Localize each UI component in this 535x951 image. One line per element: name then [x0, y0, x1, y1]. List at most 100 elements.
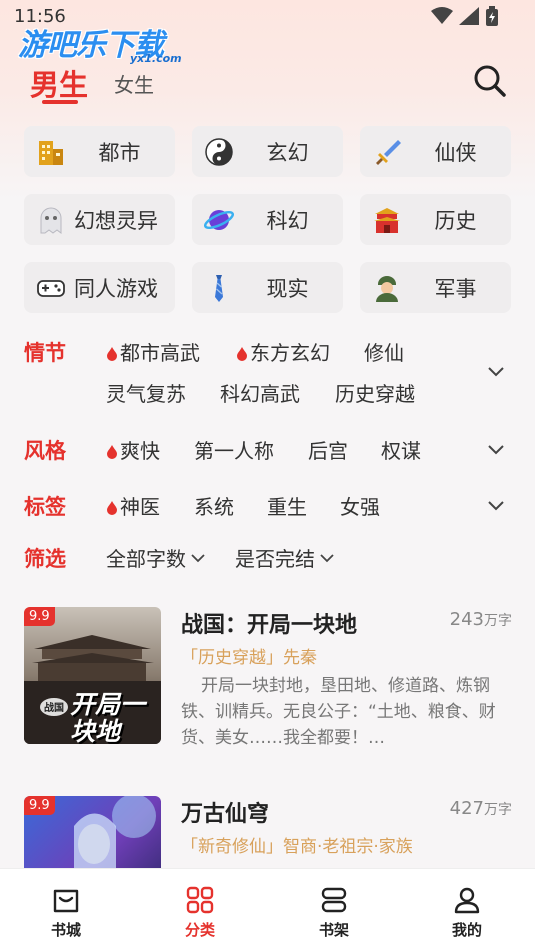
filter-row-style: 风格 爽快 第一人称 后宫 权谋 — [24, 435, 514, 465]
hot-fire-icon — [107, 347, 117, 361]
chevron-down-icon[interactable] — [486, 495, 506, 515]
filter-title: 情节 — [24, 341, 66, 365]
chevron-down-icon[interactable] — [486, 439, 506, 459]
watermark-logo: 游吧乐下载 yx1.com — [18, 20, 188, 68]
book-subtags: 智商·老祖宗·家族 — [283, 837, 413, 857]
filter-option-label: 系统 — [194, 495, 234, 519]
filter-option[interactable]: 科幻高武 — [220, 378, 300, 407]
genre-card-xuanhuan[interactable]: 玄幻 — [192, 126, 343, 177]
book-title[interactable]: 战国：开局一块地 — [181, 607, 357, 639]
nav-label: 书架 — [318, 921, 349, 939]
filter-option-label: 爽快 — [120, 439, 160, 463]
word-count-unit: 万字 — [484, 802, 512, 818]
filter-option[interactable]: 后宫 — [308, 435, 348, 464]
filter-option[interactable]: 灵气复苏 — [106, 378, 186, 407]
book-category-tag[interactable]: 「历史穿越」 — [181, 648, 283, 668]
book-word-count: 427万字 — [450, 798, 512, 819]
genre-label: 历史 — [434, 208, 477, 233]
word-count-number: 243 — [449, 609, 484, 630]
genre-card-tongren[interactable]: 同人游戏 — [24, 262, 175, 313]
gamepad-icon — [37, 280, 65, 297]
book-tags: 「新奇修仙」智商·老祖宗·家族 — [181, 832, 413, 857]
filter-option-label: 科幻高武 — [220, 382, 300, 406]
filter-option[interactable]: 重生 — [267, 491, 307, 520]
book-subtags: 先秦 — [283, 648, 317, 668]
bookshelf-icon — [321, 887, 347, 913]
genre-card-junshi[interactable]: 军事 — [360, 262, 511, 313]
book-cover-title: 开局一块地 — [70, 690, 146, 744]
word-count-number: 427 — [449, 798, 484, 819]
status-icons — [431, 6, 499, 26]
filter-option[interactable]: 第一人称 — [194, 435, 274, 464]
genre-label: 都市 — [98, 140, 141, 165]
book-score-badge: 9.9 — [24, 607, 55, 626]
book-item[interactable]: 战国 9.9 开局一块地 战国：开局一块地 243万字 「历史穿越」先秦 开局一… — [24, 607, 514, 757]
svg-text:战国: 战国 — [44, 701, 64, 714]
book-word-count: 243万字 — [450, 609, 512, 630]
filter-option-label: 修仙 — [364, 341, 404, 365]
filter-option[interactable]: 神医 — [106, 491, 160, 520]
search-button[interactable] — [473, 64, 507, 98]
search-icon — [474, 65, 506, 97]
bottom-nav: 书城 分类 书架 我的 — [0, 868, 535, 951]
category-grid-icon — [186, 886, 214, 914]
word-count-dropdown[interactable]: 全部字数 — [106, 543, 206, 572]
nav-profile[interactable]: 我的 — [432, 885, 502, 940]
chevron-down-icon — [191, 554, 205, 563]
filter-option-label: 都市高武 — [120, 341, 200, 365]
tab-male[interactable]: 男生 — [30, 62, 88, 104]
filter-option[interactable]: 爽快 — [106, 435, 160, 464]
filter-option[interactable]: 权谋 — [381, 435, 421, 464]
genre-card-huanxiang[interactable]: 幻想灵异 — [24, 194, 175, 245]
genre-card-xianshi[interactable]: 现实 — [192, 262, 343, 313]
logo-subtext: yx1.com — [130, 52, 182, 65]
hot-fire-icon — [107, 501, 117, 515]
nav-label: 我的 — [451, 921, 482, 939]
book-score-badge: 9.9 — [24, 796, 55, 815]
filter-option-label: 灵气复苏 — [106, 382, 186, 406]
filter-title: 标签 — [24, 495, 66, 519]
filter-option[interactable]: 系统 — [194, 491, 234, 520]
bookstore-icon — [53, 889, 79, 913]
genre-label: 仙侠 — [434, 140, 477, 165]
book-description: 开局一块封地，垦田地、修道路、炼钢铁、训精兵。无良公子：“土地、粮食、财货、美女… — [181, 676, 496, 748]
hot-fire-icon — [107, 445, 117, 459]
filter-option[interactable]: 历史穿越 — [335, 378, 415, 407]
genre-label: 同人游戏 — [74, 276, 158, 301]
genre-card-kehuan[interactable]: 科幻 — [192, 194, 343, 245]
genre-label: 军事 — [434, 276, 477, 301]
filter-option-label: 第一人称 — [194, 439, 274, 463]
genre-card-dushi[interactable]: 都市 — [24, 126, 175, 177]
filter-row-screen: 筛选 全部字数 是否完结 — [24, 543, 514, 573]
genre-label: 科幻 — [266, 208, 309, 233]
filter-option-label: 重生 — [267, 495, 307, 519]
tab-female[interactable]: 女生 — [114, 69, 154, 98]
profile-icon — [454, 887, 480, 914]
book-title[interactable]: 万古仙穹 — [181, 796, 269, 828]
completion-dropdown[interactable]: 是否完结 — [235, 543, 335, 572]
chevron-down-icon[interactable] — [486, 361, 506, 381]
nav-bookstore[interactable]: 书城 — [31, 885, 101, 940]
filter-title: 风格 — [24, 439, 66, 463]
filter-option-label: 历史穿越 — [335, 382, 415, 406]
genre-card-xianxia[interactable]: 仙侠 — [360, 126, 511, 177]
genre-grid: 都市 玄幻 仙侠 幻想灵异 科幻 历史 同人游戏 现实 军事 — [24, 126, 512, 313]
genre-label: 玄幻 — [266, 140, 309, 165]
book-category-tag[interactable]: 「新奇修仙」 — [181, 837, 283, 857]
genre-label: 现实 — [266, 276, 309, 301]
filter-option[interactable]: 修仙 — [364, 337, 404, 366]
filter-option[interactable]: 都市高武 — [106, 337, 200, 366]
genre-label: 幻想灵异 — [74, 208, 158, 233]
chevron-down-icon — [320, 554, 334, 563]
dropdown-label: 全部字数 — [106, 547, 186, 571]
filter-row-tags: 标签 神医 系统 重生 女强 — [24, 491, 514, 521]
nav-category[interactable]: 分类 — [165, 885, 235, 940]
nav-bookshelf[interactable]: 书架 — [299, 885, 369, 940]
filter-option[interactable]: 女强 — [340, 491, 380, 520]
filter-option[interactable]: 东方玄幻 — [236, 337, 330, 366]
signal-icon — [459, 7, 479, 25]
nav-label: 分类 — [184, 921, 215, 939]
filter-title: 筛选 — [24, 547, 66, 571]
book-cover[interactable]: 战国 9.9 开局一块地 — [24, 607, 161, 744]
genre-card-lishi[interactable]: 历史 — [360, 194, 511, 245]
